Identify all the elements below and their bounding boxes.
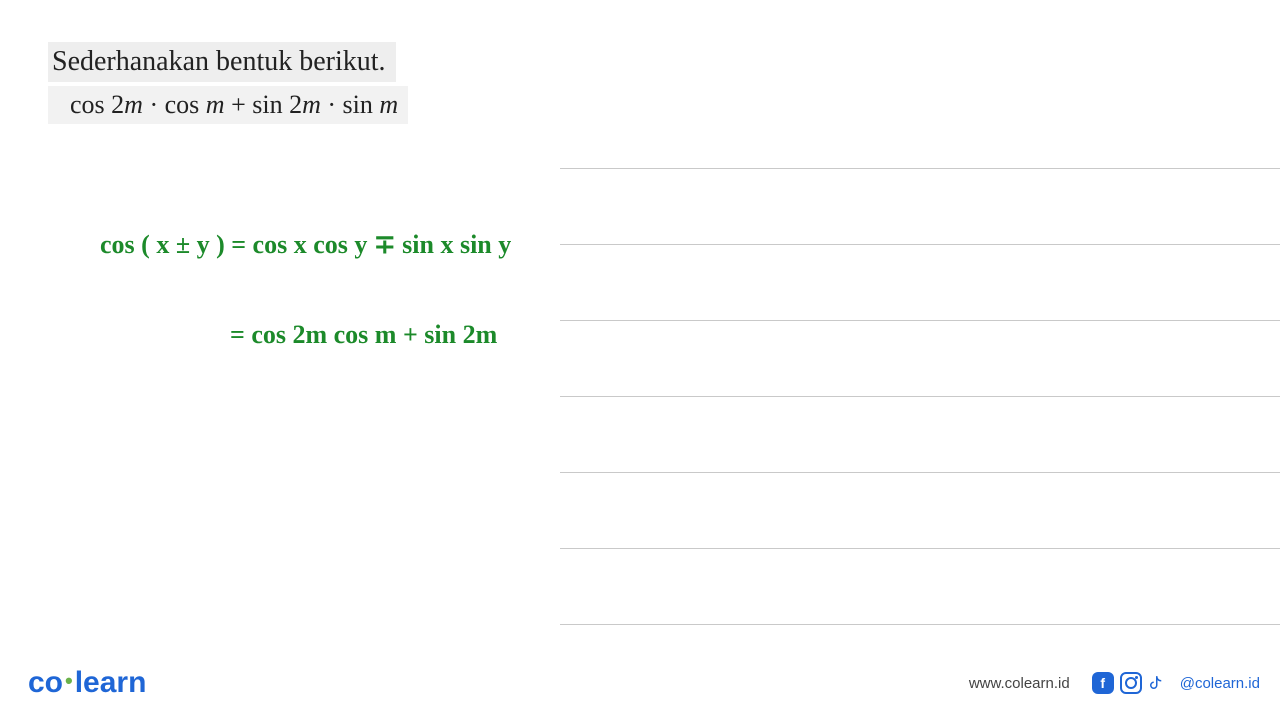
page: Sederhanakan bentuk berikut. cos 2m · co…: [0, 0, 1280, 720]
rule-line: [560, 396, 1280, 397]
facebook-icon: f: [1092, 672, 1114, 694]
handwritten-identity: cos ( x ± y ) = cos x cos y ∓ sin x sin …: [100, 230, 511, 260]
instagram-icon: [1120, 672, 1142, 694]
rule-line: [560, 624, 1280, 625]
rule-line: [560, 548, 1280, 549]
rule-line: [560, 244, 1280, 245]
problem-title: Sederhanakan bentuk berikut.: [48, 42, 396, 82]
handwritten-substitution: = cos 2m cos m + sin 2m: [230, 320, 497, 350]
tiktok-icon: [1148, 672, 1170, 694]
problem-expression: cos 2m · cos m + sin 2m · sin m: [48, 86, 408, 124]
rule-line: [560, 472, 1280, 473]
logo-co: co: [28, 666, 63, 699]
social-handle: @colearn.id: [1180, 675, 1260, 692]
rule-line: [560, 168, 1280, 169]
footer: co•learn www.colearn.id f @colearn.id: [28, 666, 1260, 700]
footer-url: www.colearn.id: [969, 675, 1070, 692]
logo-dot-icon: •: [63, 668, 75, 694]
logo-learn: learn: [75, 666, 147, 699]
social-group: f @colearn.id: [1092, 672, 1260, 694]
brand-logo: co•learn: [28, 666, 146, 700]
ruled-lines: [560, 168, 1280, 700]
problem-block: Sederhanakan bentuk berikut. cos 2m · co…: [48, 42, 408, 124]
rule-line: [560, 320, 1280, 321]
